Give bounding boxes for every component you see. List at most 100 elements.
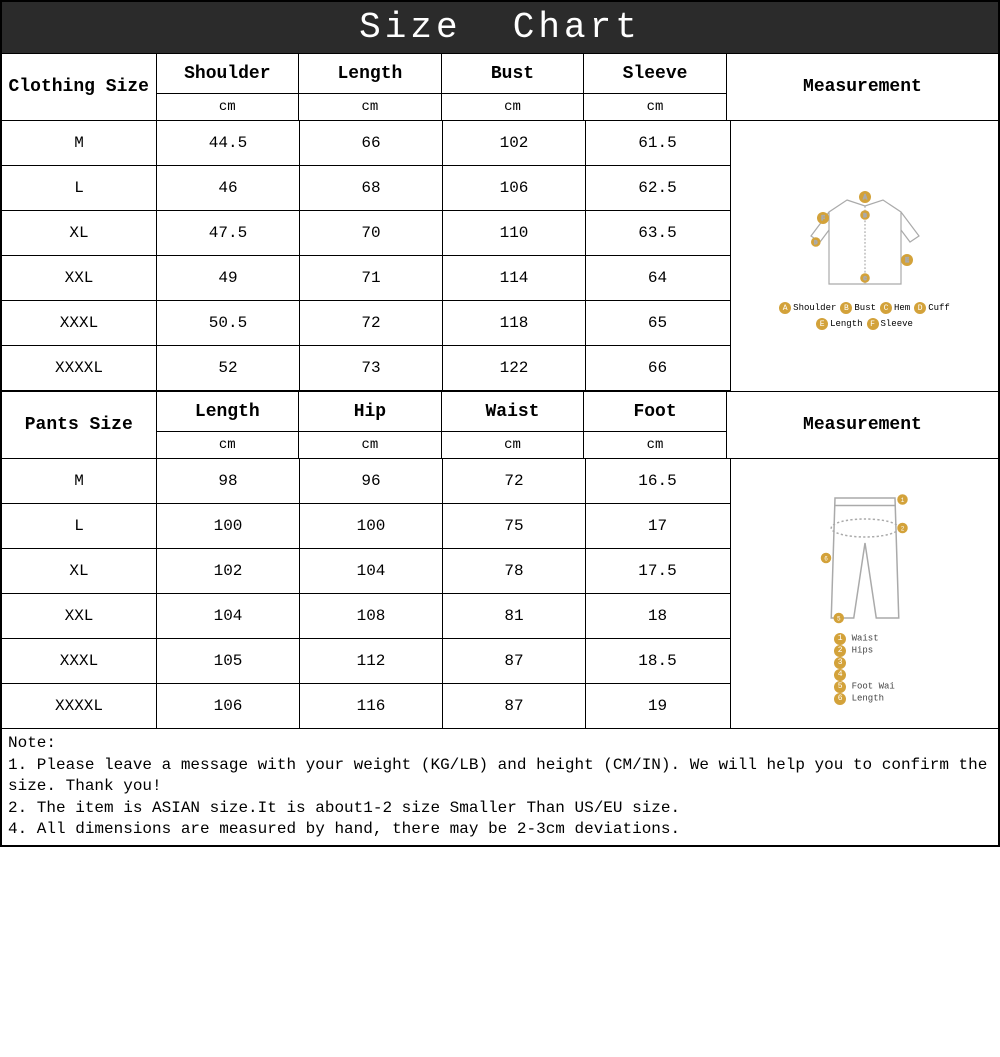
clothing-header-row: Clothing Size Shoulder cm Length cm Bust… [2, 54, 998, 121]
value-cell: 100 [300, 504, 443, 548]
note-heading: Note: [8, 733, 992, 755]
value-cell: 106 [157, 684, 300, 728]
value-cell: 75 [443, 504, 586, 548]
svg-text:C: C [863, 276, 866, 282]
col-waist: Waist cm [442, 392, 585, 458]
value-cell: 71 [300, 256, 443, 300]
size-cell: XXXL [2, 301, 157, 345]
value-cell: 102 [157, 549, 300, 593]
value-cell: 44.5 [157, 121, 300, 165]
value-cell: 81 [443, 594, 586, 638]
pants-diagram: 1 2 5 6 1 Waist2 Hips3 4 5 Foot Wai6 Len… [730, 459, 998, 728]
table-row: M44.56610261.5 [2, 121, 730, 166]
value-cell: 64 [586, 256, 729, 300]
value-cell: 118 [443, 301, 586, 345]
legend-item: 2 Hips [834, 645, 895, 657]
col-label: Length [157, 392, 299, 432]
col-unit: cm [442, 94, 584, 120]
value-cell: 62.5 [586, 166, 729, 210]
col-unit: cm [442, 432, 584, 458]
value-cell: 112 [300, 639, 443, 683]
col-unit: cm [157, 94, 299, 120]
value-cell: 70 [300, 211, 443, 255]
size-cell: L [2, 166, 157, 210]
size-cell: XXL [2, 256, 157, 300]
value-cell: 100 [157, 504, 300, 548]
svg-text:D: D [814, 240, 817, 246]
size-cell: XXL [2, 594, 157, 638]
svg-text:A: A [863, 194, 867, 201]
legend-item: 3 [834, 657, 895, 669]
blank-space [0, 847, 1000, 1057]
value-cell: 73 [300, 346, 443, 390]
value-cell: 96 [300, 459, 443, 503]
value-cell: 65 [586, 301, 729, 345]
value-cell: 47.5 [157, 211, 300, 255]
table-row: XXL497111464 [2, 256, 730, 301]
legend-item: BBust [840, 302, 876, 314]
value-cell: 78 [443, 549, 586, 593]
legend-item: 5 Foot Wai [834, 681, 895, 693]
col-foot: Foot cm [584, 392, 727, 458]
table-row: L1001007517 [2, 504, 730, 549]
legend-item: ELength [816, 318, 862, 330]
value-cell: 46 [157, 166, 300, 210]
col-label: Foot [584, 392, 726, 432]
size-cell: XXXXL [2, 346, 157, 390]
col-label: Length [299, 54, 441, 94]
value-cell: 19 [586, 684, 729, 728]
col-unit: cm [157, 432, 299, 458]
svg-text:1: 1 [900, 496, 904, 503]
value-cell: 114 [443, 256, 586, 300]
value-cell: 110 [443, 211, 586, 255]
table-row: XL1021047817.5 [2, 549, 730, 594]
svg-text:5: 5 [836, 615, 840, 622]
pants-body: M98967216.5L1001007517XL1021047817.5XXL1… [2, 459, 998, 728]
col-unit: cm [584, 432, 726, 458]
table-row: XXL1041088118 [2, 594, 730, 639]
note-block: Note: 1. Please leave a message with you… [2, 728, 998, 845]
legend-item: 6 Length [834, 693, 895, 705]
value-cell: 116 [300, 684, 443, 728]
size-cell: XXXXL [2, 684, 157, 728]
svg-text:2: 2 [900, 525, 904, 532]
value-cell: 87 [443, 639, 586, 683]
note-line: 1. Please leave a message with your weig… [8, 755, 992, 798]
svg-text:F: F [821, 215, 825, 222]
size-cell: XXXL [2, 639, 157, 683]
table-row: XXXL50.57211865 [2, 301, 730, 346]
value-cell: 102 [443, 121, 586, 165]
shirt-diagram: A E F B C D AShoulderBBustCHemDCuffELeng… [730, 121, 998, 391]
col-label: Hip [299, 392, 441, 432]
value-cell: 106 [443, 166, 586, 210]
pants-legend: 1 Waist2 Hips3 4 5 Foot Wai6 Length [834, 633, 895, 705]
value-cell: 49 [157, 256, 300, 300]
legend-item: 4 [834, 669, 895, 681]
col-hip: Hip cm [299, 392, 442, 458]
size-cell: XL [2, 211, 157, 255]
value-cell: 87 [443, 684, 586, 728]
value-cell: 98 [157, 459, 300, 503]
value-cell: 63.5 [586, 211, 729, 255]
value-cell: 66 [586, 346, 729, 390]
legend-item: CHem [880, 302, 910, 314]
col-unit: cm [299, 94, 441, 120]
value-cell: 72 [300, 301, 443, 345]
pants-icon: 1 2 5 6 [805, 483, 925, 633]
pants-size-label: Pants Size [2, 392, 157, 458]
value-cell: 61.5 [586, 121, 729, 165]
clothing-size-label: Clothing Size [2, 54, 157, 120]
table-row: M98967216.5 [2, 459, 730, 504]
col-length: Length cm [299, 54, 442, 120]
svg-text:6: 6 [824, 555, 828, 562]
chart-title: Size Chart [2, 2, 998, 54]
col-label: Waist [442, 392, 584, 432]
shirt-icon: A E F B C D [805, 182, 925, 302]
legend-item: FSleeve [867, 318, 913, 330]
table-row: XXXL1051128718.5 [2, 639, 730, 684]
table-row: L466810662.5 [2, 166, 730, 211]
note-line: 4. All dimensions are measured by hand, … [8, 819, 992, 841]
col-label: Sleeve [584, 54, 726, 94]
value-cell: 66 [300, 121, 443, 165]
value-cell: 50.5 [157, 301, 300, 345]
